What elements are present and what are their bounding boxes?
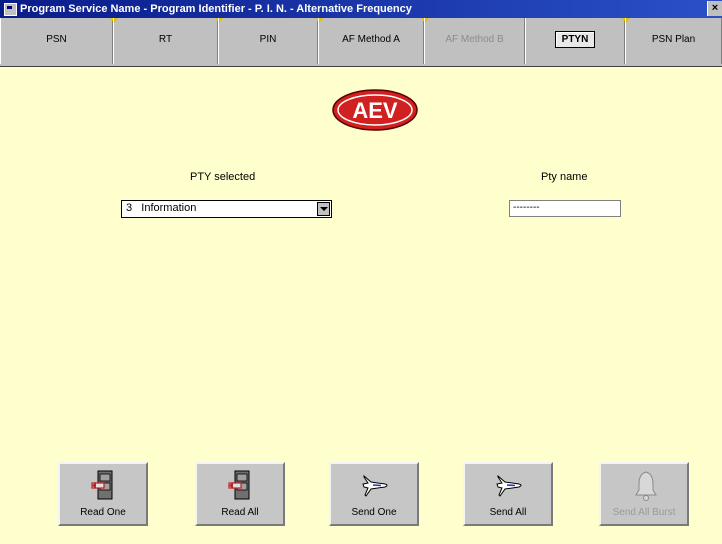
logo-text: AEV (352, 98, 398, 123)
send-all-button[interactable]: Send All (463, 462, 553, 526)
airplane-icon (496, 474, 522, 497)
send-one-label: Send One (351, 507, 397, 518)
tab-pin[interactable]: PIN (218, 18, 323, 64)
tab-label: PTYN (554, 31, 596, 48)
send-all-label: Send All (489, 507, 527, 518)
pty-select-value: 3 Information (126, 202, 197, 214)
tab-rt[interactable]: RT (113, 18, 223, 64)
pty-selected-label: PTY selected (190, 171, 256, 183)
tab-label: PIN (259, 34, 277, 45)
read-all-button[interactable]: Read All (195, 462, 285, 526)
aev-logo: AEV (332, 89, 418, 131)
airplane-icon (362, 474, 388, 497)
send-all-burst-label: Send All Burst (612, 507, 676, 518)
tab-label: PSN Plan (651, 34, 696, 45)
tab-label: RT (158, 34, 173, 45)
pty-name-label: Pty name (541, 171, 588, 183)
read-one-label: Read One (80, 507, 126, 518)
read-one-button[interactable]: Read One (58, 462, 148, 526)
tab-label: AF Method A (342, 34, 400, 45)
window-title: Program Service Name - Program Identifie… (20, 3, 412, 15)
tab-psn[interactable]: PSN (0, 18, 118, 64)
read-all-label: Read All (221, 507, 259, 518)
tab-label: AF Method B (445, 34, 504, 45)
close-button[interactable]: × (707, 1, 722, 16)
file-cabinet-icon (91, 470, 113, 500)
tab-psn-plan[interactable]: PSN Plan (625, 18, 722, 64)
pty-select[interactable]: 3 Information (121, 200, 332, 218)
bell-icon (635, 471, 657, 501)
main-window: Program Service Name - Program Identifie… (0, 0, 722, 544)
send-one-button[interactable]: Send One (329, 462, 419, 526)
file-cabinet-icon (228, 470, 250, 500)
send-all-burst-button: Send All Burst (599, 462, 689, 526)
chevron-down-icon[interactable] (317, 202, 330, 216)
tab-label: PSN (46, 34, 67, 45)
tab-bar: PSN RT PIN AF Method A AF Method B PTYN … (0, 18, 722, 67)
tab-ptyn[interactable]: PTYN (525, 18, 630, 64)
app-icon[interactable] (4, 3, 17, 16)
tab-af-method-b: AF Method B (424, 18, 525, 64)
tab-af-method-a[interactable]: AF Method A (318, 18, 429, 64)
pty-name-field[interactable]: -------- (509, 200, 621, 217)
title-bar: Program Service Name - Program Identifie… (0, 0, 722, 18)
